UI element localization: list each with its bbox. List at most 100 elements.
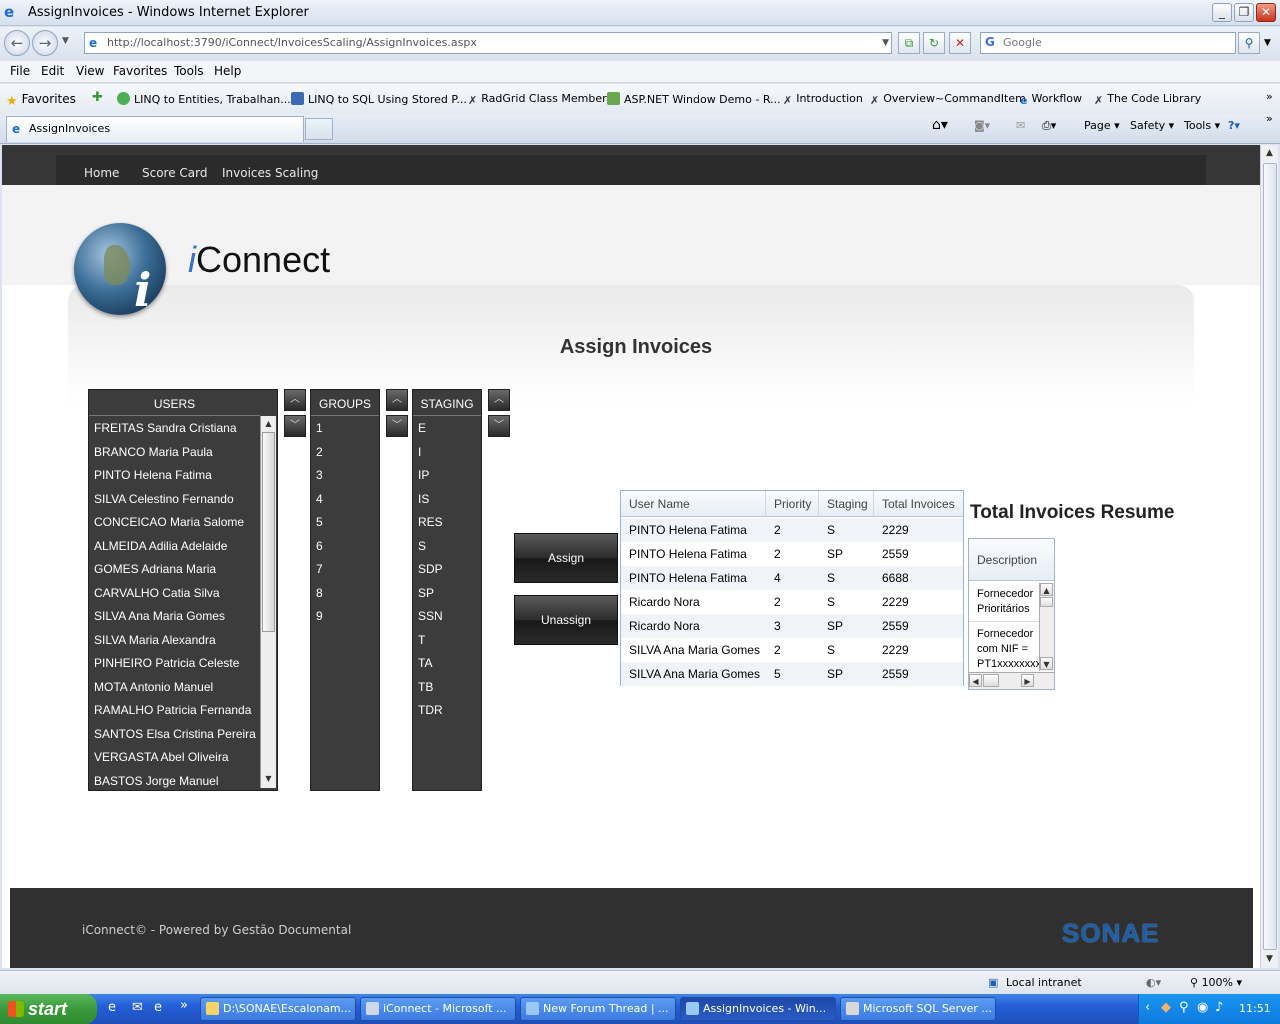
list-item[interactable]: SILVA Celestino Fernando — [94, 492, 234, 506]
list-item[interactable]: IS — [418, 492, 429, 506]
mail-icon[interactable]: ✉ — [1016, 119, 1025, 132]
search-input[interactable]: G Google — [980, 32, 1236, 54]
list-item[interactable]: TA — [418, 656, 432, 670]
groups-move-down-button[interactable]: ﹀ — [386, 415, 408, 437]
list-item[interactable]: 7 — [316, 562, 323, 576]
tray-search-icon[interactable]: ⚲ — [1179, 1000, 1189, 1015]
table-row[interactable]: Ricardo Nora 2 S 2229 — [621, 590, 963, 614]
staging-move-down-button[interactable]: ﹀ — [488, 415, 510, 437]
list-item[interactable]: TDR — [418, 703, 443, 717]
scroll-up-icon[interactable]: ▲ — [1262, 145, 1277, 161]
menu-tools[interactable]: Tools — [174, 64, 204, 78]
list-item[interactable]: IP — [418, 468, 429, 482]
fav-link-4[interactable]: ✗ Introduction — [783, 92, 863, 107]
tab-assign-invoices[interactable]: e AssignInvoices — [6, 116, 304, 142]
list-item[interactable]: SSN — [418, 609, 443, 623]
list-item[interactable]: SANTOS Elsa Cristina Pereira — [94, 727, 256, 741]
scroll-right-icon[interactable]: ▶ — [1021, 674, 1034, 687]
col-total-invoices[interactable]: Total Invoices — [874, 491, 963, 517]
list-item[interactable]: S — [418, 539, 426, 553]
list-item[interactable]: SILVA Maria Alexandra — [94, 633, 216, 647]
tools-menu[interactable]: Tools ▾ — [1184, 119, 1220, 132]
minimize-button[interactable]: _ — [1212, 3, 1232, 22]
list-item[interactable]: 6 — [316, 539, 323, 553]
resume-col-description[interactable]: Description — [969, 539, 1054, 581]
menu-file[interactable]: File — [10, 64, 30, 78]
list-item[interactable]: SP — [418, 586, 434, 600]
list-item[interactable]: RES — [418, 515, 443, 529]
list-item[interactable]: VERGASTA Abel Oliveira — [94, 750, 229, 764]
groups-listbox[interactable]: GROUPS 1 2 3 4 5 6 7 8 9 — [310, 389, 380, 791]
new-tab-button[interactable] — [305, 118, 333, 140]
back-button[interactable]: ← — [4, 30, 30, 56]
table-row[interactable]: PINTO Helena Fatima 4 S 6688 — [621, 566, 963, 590]
fav-link-5[interactable]: ✗ Overview~CommandItem — [870, 92, 1026, 107]
more-chevron-icon[interactable]: » — [1266, 112, 1273, 125]
tray-volume-icon[interactable]: ♪ — [1215, 1000, 1223, 1015]
start-button[interactable]: start — [0, 994, 97, 1024]
task-iconnect[interactable]: iConnect - Microsoft ... — [360, 997, 516, 1021]
list-item[interactable]: TB — [418, 680, 433, 694]
menu-help[interactable]: Help — [214, 64, 241, 78]
users-scrollbar[interactable]: ▲ ▼ — [260, 416, 276, 788]
list-item[interactable]: RAMALHO Patricia Fernanda — [94, 703, 251, 717]
fav-link-1[interactable]: LINQ to SQL Using Stored P... — [291, 92, 467, 106]
list-item[interactable]: PINTO Helena Fatima — [94, 468, 212, 482]
table-row[interactable]: SILVA Ana Maria Gomes 2 S 2229 — [621, 638, 963, 662]
list-item[interactable]: GOMES Adriana Maria — [94, 562, 216, 576]
groups-move-up-button[interactable]: ︿ — [386, 389, 408, 411]
fav-link-2[interactable]: ✗ RadGrid Class Members — [468, 92, 612, 107]
fav-link-7[interactable]: ✗ The Code Library — [1094, 92, 1201, 107]
list-item[interactable]: 2 — [316, 445, 323, 459]
col-staging[interactable]: Staging — [819, 491, 874, 517]
quicklaunch-ie-icon[interactable]: e — [108, 1000, 116, 1015]
list-item[interactable]: CARVALHO Catia Silva — [94, 586, 220, 600]
table-row[interactable]: PINTO Helena Fatima 2 S 2229 — [621, 518, 963, 542]
nav-invoices-scaling[interactable]: Invoices Scaling — [222, 166, 318, 180]
home-icon[interactable]: ⌂▾ — [932, 117, 948, 133]
print-icon[interactable]: ⎙▾ — [1042, 119, 1056, 133]
scroll-thumb[interactable] — [1263, 163, 1277, 950]
col-priority[interactable]: Priority — [766, 491, 819, 517]
scroll-down-icon[interactable]: ▼ — [1262, 951, 1277, 967]
safety-menu[interactable]: Safety ▾ — [1130, 119, 1174, 132]
address-bar[interactable]: e http://localhost:3790/iConnect/Invoice… — [84, 32, 892, 54]
stop-icon[interactable]: ✕ — [949, 32, 971, 54]
list-item[interactable]: 1 — [316, 421, 323, 435]
page-scrollbar[interactable]: ▲ ▼ — [1260, 145, 1278, 968]
tray-network-icon[interactable]: ◉ — [1197, 1000, 1208, 1015]
scroll-up-icon[interactable]: ▲ — [262, 417, 275, 431]
scroll-thumb[interactable] — [983, 674, 999, 687]
list-item[interactable]: ALMEIDA Adilia Adelaide — [94, 539, 227, 553]
list-item[interactable]: SILVA Ana Maria Gomes — [94, 609, 225, 623]
list-item[interactable]: 4 — [316, 492, 323, 506]
staging-move-up-button[interactable]: ︿ — [488, 389, 510, 411]
table-row[interactable]: SILVA Ana Maria Gomes 5 SP 2559 — [621, 662, 963, 686]
search-icon[interactable]: ⚲ — [1238, 32, 1260, 54]
list-item[interactable]: FREITAS Sandra Cristiana — [94, 421, 237, 435]
list-item[interactable]: T — [418, 633, 425, 647]
table-row[interactable]: PINTO Helena Fatima 2 SP 2559 — [621, 542, 963, 566]
more-chevron-icon[interactable]: » — [1266, 90, 1273, 103]
menu-view[interactable]: View — [76, 64, 104, 78]
nav-score-card[interactable]: Score Card — [142, 166, 208, 180]
quicklaunch-ie2-icon[interactable]: e — [154, 1000, 162, 1015]
feeds-icon[interactable]: ◙▾ — [974, 119, 990, 132]
fav-link-0[interactable]: LINQ to Entities, Trabalhan... — [117, 92, 291, 106]
scroll-down-icon[interactable]: ▼ — [262, 772, 275, 786]
tray-collapse-icon[interactable]: ‹ — [1145, 1000, 1150, 1015]
add-favorite-icon[interactable]: ✚ — [92, 90, 103, 105]
help-icon[interactable]: ?▾ — [1228, 119, 1240, 132]
close-button[interactable]: ✕ — [1256, 3, 1276, 22]
maximize-button[interactable]: ❐ — [1234, 3, 1254, 22]
list-item[interactable]: 8 — [316, 586, 323, 600]
scroll-down-icon[interactable]: ▼ — [1040, 657, 1053, 670]
list-item[interactable]: 3 — [316, 468, 323, 482]
list-item[interactable]: E — [418, 421, 426, 435]
menu-edit[interactable]: Edit — [41, 64, 64, 78]
scroll-thumb[interactable] — [262, 432, 275, 632]
address-dropdown-icon[interactable]: ▼ — [882, 33, 889, 53]
users-move-up-button[interactable]: ︿ — [284, 389, 306, 411]
scroll-left-icon[interactable]: ◀ — [969, 674, 982, 687]
scroll-up-icon[interactable]: ▲ — [1040, 583, 1053, 596]
